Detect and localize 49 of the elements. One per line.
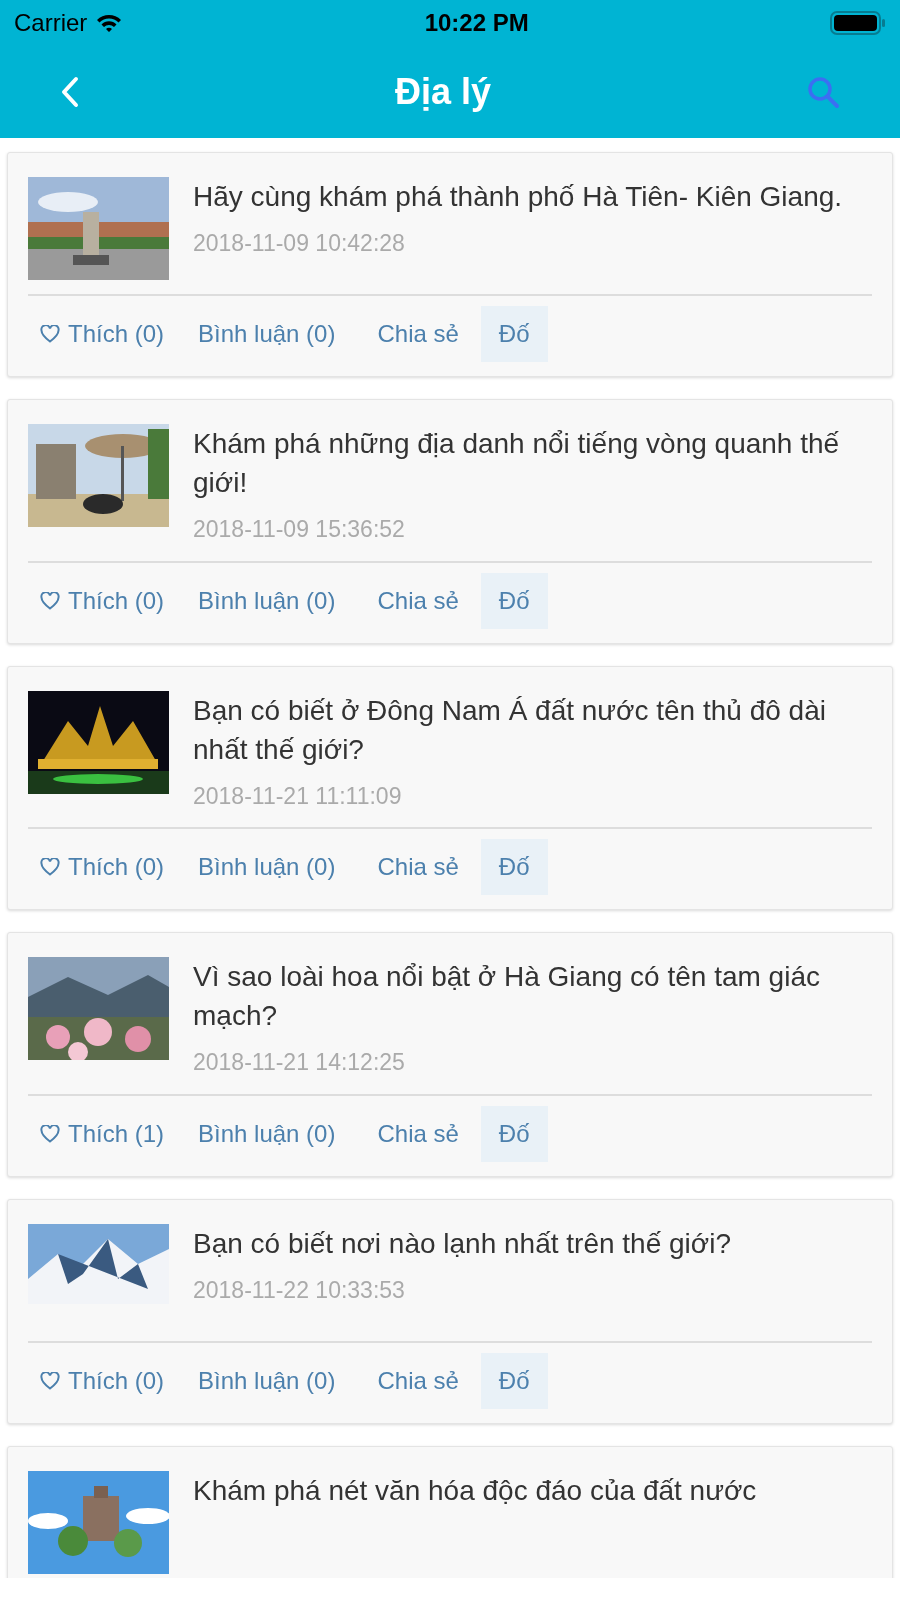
back-icon[interactable]	[60, 76, 80, 108]
post-card[interactable]: Khám phá nét văn hóa độc đáo của đất nước	[7, 1445, 893, 1578]
post-title: Khám phá những địa danh nổi tiếng vòng quanh thế giới!	[193, 427, 841, 500]
heart-icon	[40, 325, 60, 343]
post-card[interactable]: Hãy cùng khám phá thành phố Hà Tiên- Kiên Giang. 2018-11-09 10:42:28 Thích (0) Bình luận (0) Chia sẻ Đố	[7, 152, 893, 377]
post-date: 2018-11-21 11:11:09	[193, 781, 403, 811]
wifi-icon	[95, 12, 124, 34]
share-button[interactable]: Chia sẻ	[365, 839, 471, 895]
quiz-button[interactable]: Đố	[480, 572, 548, 629]
share-button[interactable]: Chia sẻ	[365, 572, 471, 629]
share-button[interactable]: Chia sẻ	[365, 1352, 471, 1409]
share-button[interactable]: Chia sẻ	[365, 306, 471, 362]
heart-icon	[40, 858, 60, 876]
like-button[interactable]: Thích (0)	[28, 839, 177, 895]
post-card[interactable]: Bạn có biết ở Đông Nam Á đất nước tên thủ đô dài nhất thế giới? 2018-11-21 11:11:09 Thích (0) Bình luận (0) Chia sẻ Đố	[7, 665, 893, 910]
comment-button[interactable]: Bình luận (0)	[186, 1352, 348, 1409]
post-card[interactable]: Bạn có biết nơi nào lạnh nhất trên thế giới? 2018-11-22 10:33:53 Thích (0) Bình luận (0) Chia sẻ Đố	[7, 1198, 893, 1424]
like-button[interactable]: Thích (0)	[28, 1352, 177, 1409]
quiz-button[interactable]: Đố	[480, 306, 548, 362]
post-title: Bạn có biết nơi nào lạnh nhất trên thế giới?	[193, 1226, 732, 1261]
comment-button[interactable]: Bình luận (0)	[186, 572, 348, 629]
heart-icon	[40, 1124, 60, 1143]
page-title: Địa lý	[394, 70, 491, 114]
heart-icon	[40, 1371, 60, 1390]
post-date: 2018-11-21 14:12:25	[193, 1048, 406, 1077]
post-title: Vì sao loài hoa nổi bật ở Hà Giang có tên tam giác mạch?	[193, 960, 821, 1033]
comment-button[interactable]: Bình luận (0)	[186, 1105, 348, 1162]
post-date: 2018-11-22 10:33:53	[193, 1275, 406, 1305]
like-button[interactable]: Thích (0)	[28, 306, 177, 362]
post-title: Hãy cùng khám phá thành phố Hà Tiên- Kiên Giang.	[193, 180, 844, 214]
post-date: 2018-11-09 15:36:52	[193, 515, 406, 544]
like-button[interactable]: Thích (0)	[28, 572, 177, 629]
post-date: 2018-11-09 10:42:28	[193, 229, 406, 258]
carrier-label: Carrier	[14, 8, 88, 38]
share-button[interactable]: Chia sẻ	[365, 1105, 471, 1162]
clock-time: 10:22 PM	[424, 8, 529, 38]
quiz-button[interactable]: Đố	[480, 839, 548, 895]
post-card[interactable]: Khám phá những địa danh nổi tiếng vòng quanh thế giới! 2018-11-09 15:36:52 Thích (0) Bình luận (0) Chia sẻ Đố	[7, 399, 893, 644]
post-title: Khám phá nét văn hóa độc đáo của đất nước	[193, 1473, 758, 1508]
comment-button[interactable]: Bình luận (0)	[186, 306, 348, 362]
battery-icon	[830, 10, 886, 36]
post-title: Bạn có biết ở Đông Nam Á đất nước tên thủ đô dài nhất thế giới?	[193, 693, 827, 767]
quiz-button[interactable]: Đố	[480, 1352, 548, 1409]
post-card[interactable]: Vì sao loài hoa nổi bật ở Hà Giang có tên tam giác mạch? 2018-11-21 14:12:25 Thích (1) Bình luận (0) Chia sẻ Đố	[7, 932, 893, 1177]
like-button[interactable]: Thích (1)	[28, 1105, 177, 1162]
quiz-button[interactable]: Đố	[480, 1105, 548, 1162]
search-icon[interactable]	[806, 75, 840, 109]
comment-button[interactable]: Bình luận (0)	[186, 839, 348, 895]
heart-icon	[40, 591, 60, 610]
